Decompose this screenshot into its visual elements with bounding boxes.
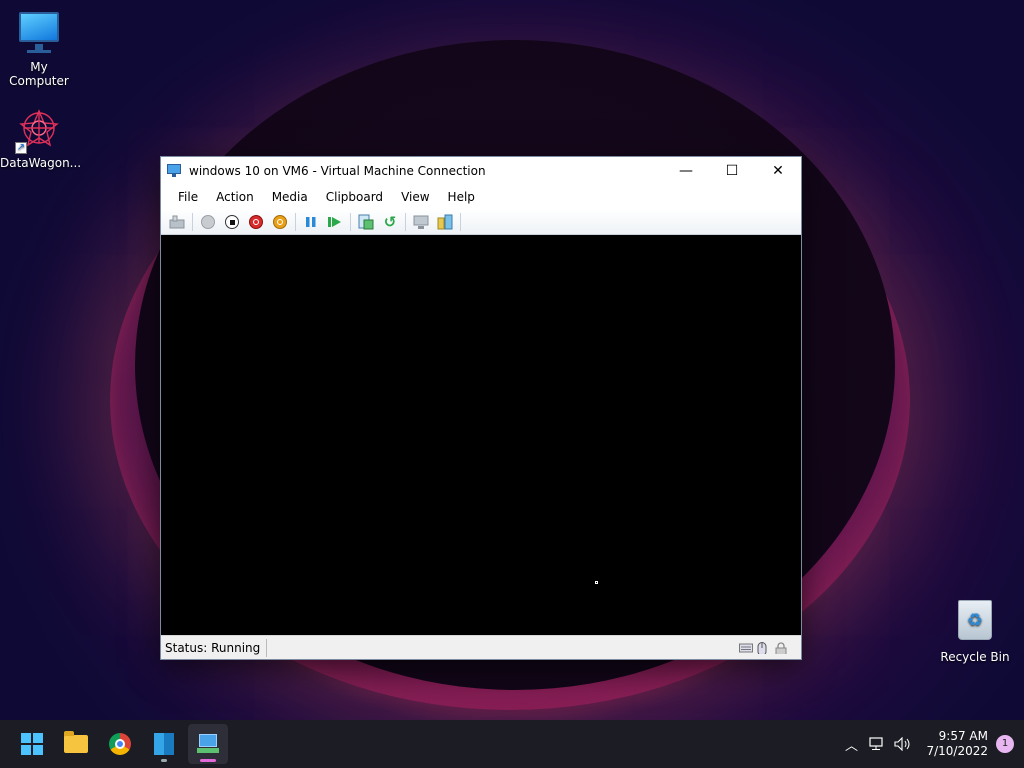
checkpoint-icon: [358, 214, 374, 229]
status-text: Status: Running: [161, 638, 268, 657]
minimize-button[interactable]: —: [663, 157, 709, 185]
windows-logo-icon: [21, 733, 43, 755]
taskbar: ︿ 9:57 AM 7/10/2022 1: [0, 720, 1024, 768]
taskbar-file-explorer[interactable]: [56, 724, 96, 764]
start-button[interactable]: [196, 211, 220, 233]
save-button[interactable]: [268, 211, 292, 233]
status-bar: Status: Running: [161, 635, 801, 659]
resume-icon: [328, 216, 341, 227]
datawagon-logo-icon: ↗: [15, 106, 63, 154]
menu-bar: File Action Media Clipboard View Help: [161, 185, 801, 209]
start-icon: [201, 214, 215, 229]
menu-action[interactable]: Action: [207, 185, 263, 209]
menu-clipboard[interactable]: Clipboard: [317, 185, 392, 209]
taskbar-vm-connection[interactable]: [188, 724, 228, 764]
share-button[interactable]: [433, 211, 457, 233]
title-bar[interactable]: windows 10 on VM6 - Virtual Machine Conn…: [161, 157, 801, 185]
clock-date: 7/10/2022: [926, 744, 988, 758]
menu-help[interactable]: Help: [439, 185, 484, 209]
menu-view[interactable]: View: [392, 185, 438, 209]
show-hidden-icons-button[interactable]: ︿: [839, 732, 863, 756]
chrome-icon: [109, 733, 131, 755]
shortcut-arrow-icon: ↗: [15, 142, 27, 154]
menu-file[interactable]: File: [169, 185, 207, 209]
resume-button[interactable]: [323, 211, 347, 233]
start-menu-button[interactable]: [12, 724, 52, 764]
revert-icon: ↺: [383, 212, 397, 231]
keyboard-icon: [739, 643, 753, 652]
close-button[interactable]: ✕: [755, 157, 801, 185]
desktop-icon-label: DataWagon...: [0, 156, 82, 170]
running-indicator: [161, 759, 167, 762]
window-title: windows 10 on VM6 - Virtual Machine Conn…: [189, 164, 486, 178]
pause-button[interactable]: [299, 211, 323, 233]
pause-icon: [306, 216, 316, 227]
active-indicator: [200, 759, 216, 762]
turn-off-button[interactable]: [220, 211, 244, 233]
network-icon: [869, 737, 884, 750]
share-icon: [437, 214, 453, 229]
server-manager-icon: [154, 733, 174, 755]
checkpoint-button[interactable]: [354, 211, 378, 233]
power-orange-icon: [273, 214, 287, 229]
folder-icon: [64, 731, 88, 753]
toolbar: ↺: [161, 209, 801, 235]
desktop-icon-label: Recycle Bin: [940, 650, 1010, 664]
computer-icon: [15, 10, 63, 58]
enhanced-session-icon: [413, 215, 429, 229]
taskbar-server-manager[interactable]: [144, 724, 184, 764]
mouse-icon: [757, 641, 767, 654]
vm-connection-icon: [167, 164, 183, 178]
taskbar-chrome[interactable]: [100, 724, 140, 764]
ctrl-alt-del-button[interactable]: [165, 211, 189, 233]
desktop-icon-datawagon[interactable]: ↗ DataWagon...: [0, 106, 82, 170]
enhanced-session-button[interactable]: [409, 211, 433, 233]
desktop-icon-my-computer[interactable]: My Computer: [0, 10, 78, 88]
desktop-icon-recycle-bin[interactable]: ♻ Recycle Bin: [936, 596, 1014, 664]
lock-icon: [775, 641, 787, 654]
stop-icon: [225, 214, 239, 229]
revert-button[interactable]: ↺: [378, 211, 402, 233]
ctrl-alt-del-icon: [169, 215, 185, 228]
chevron-up-icon: ︿: [844, 738, 858, 754]
clock-time: 9:57 AM: [938, 729, 988, 743]
volume-button[interactable]: [891, 732, 915, 756]
recycle-bin-icon: ♻: [951, 600, 999, 648]
desktop-icon-label: My Computer: [9, 60, 69, 88]
network-button[interactable]: [865, 732, 889, 756]
notification-badge[interactable]: 1: [996, 735, 1014, 753]
maximize-button[interactable]: ☐: [709, 157, 755, 185]
shut-down-button[interactable]: [244, 211, 268, 233]
mouse-cursor: [595, 581, 598, 584]
vm-display[interactable]: [161, 235, 801, 635]
clock[interactable]: 9:57 AM 7/10/2022: [916, 729, 996, 759]
vm-connection-window[interactable]: windows 10 on VM6 - Virtual Machine Conn…: [160, 156, 802, 660]
system-tray: ︿ 9:57 AM 7/10/2022 1: [838, 720, 1024, 768]
power-red-icon: [249, 214, 263, 229]
speaker-icon: [894, 737, 910, 751]
vm-connection-icon: [197, 734, 219, 754]
menu-media[interactable]: Media: [263, 185, 317, 209]
